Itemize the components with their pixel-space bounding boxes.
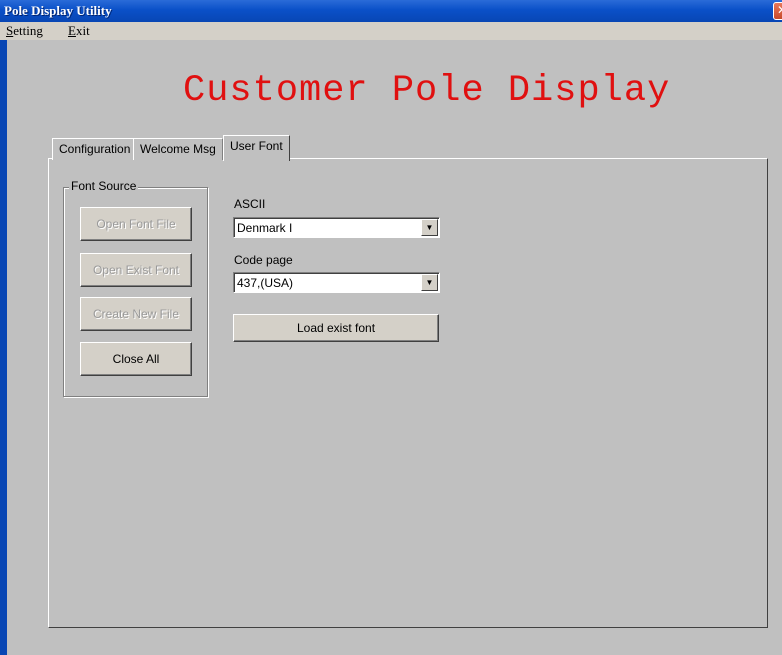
menu-exit-label: xit — [75, 23, 90, 38]
tab-configuration[interactable]: Configuration — [52, 138, 138, 160]
code-page-select[interactable]: 437,(USA) ▼ — [233, 272, 440, 293]
menu-bar: Setting Exit — [0, 22, 782, 40]
menu-exit-accel: E — [68, 23, 76, 38]
close-icon[interactable]: ✕ — [773, 2, 782, 20]
tab-welcome-msg[interactable]: Welcome Msg — [133, 138, 223, 160]
load-exist-font-button[interactable]: Load exist font — [233, 314, 439, 342]
open-font-file-button[interactable]: Open Font File — [80, 207, 192, 241]
open-exist-font-button[interactable]: Open Exist Font — [80, 253, 192, 287]
menu-setting[interactable]: Setting — [6, 23, 43, 39]
menu-setting-label: etting — [13, 23, 43, 38]
app-window: Pole Display Utility ✕ Setting Exit Cust… — [0, 0, 782, 655]
chevron-down-icon[interactable]: ▼ — [421, 274, 438, 291]
page-title: Customer Pole Display — [183, 70, 671, 112]
window-title: Pole Display Utility — [4, 3, 112, 18]
font-source-label: Font Source — [69, 179, 139, 193]
code-page-label: Code page — [234, 253, 293, 267]
ascii-label: ASCII — [234, 197, 266, 211]
ascii-select-value: Denmark I — [237, 221, 293, 235]
menu-exit[interactable]: Exit — [68, 23, 90, 39]
create-new-file-button[interactable]: Create New File — [80, 297, 192, 331]
title-bar[interactable]: Pole Display Utility ✕ — [0, 0, 782, 22]
ascii-select[interactable]: Denmark I ▼ — [233, 217, 440, 238]
tab-user-font[interactable]: User Font — [223, 135, 290, 161]
window-left-border — [0, 40, 7, 655]
code-page-select-value: 437,(USA) — [237, 276, 294, 290]
chevron-down-icon[interactable]: ▼ — [421, 219, 438, 236]
close-all-button[interactable]: Close All — [80, 342, 192, 376]
